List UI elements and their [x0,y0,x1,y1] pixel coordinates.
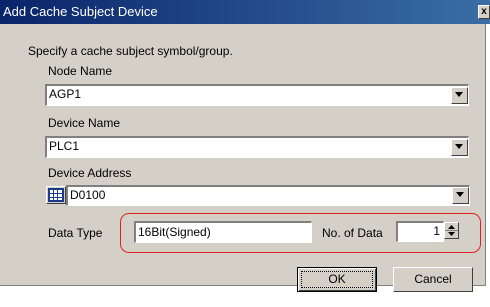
ok-button[interactable]: OK [297,267,377,292]
cancel-button-label: Cancel [414,272,452,286]
node-name-label: Node Name [48,64,113,78]
node-name-combobox[interactable]: AGP1 [45,84,469,106]
device-address-combobox[interactable]: D0100 [66,185,470,206]
focus-rect [301,271,373,288]
device-name-value: PLC1 [49,139,80,153]
add-cache-subject-device-dialog: Add Cache Subject Device x Specify a cac… [0,0,490,292]
data-type-label: Data Type [48,226,103,240]
address-keypad-icon [48,188,64,202]
highlight-annotation [120,213,481,253]
close-icon[interactable]: x [478,5,490,19]
instruction-text: Specify a cache subject symbol/group. [28,44,233,58]
device-name-combobox[interactable]: PLC1 [45,136,469,158]
window-title: Add Cache Subject Device [3,4,158,19]
node-name-dropdown-button[interactable] [451,87,468,104]
chevron-down-icon [456,192,464,197]
cancel-button[interactable]: Cancel [393,267,473,292]
device-address-value: D0100 [70,188,106,202]
node-name-value: AGP1 [49,87,82,101]
device-name-dropdown-button[interactable] [451,139,468,156]
chevron-down-icon [455,144,463,149]
chevron-down-icon [455,92,463,97]
device-name-label: Device Name [48,116,121,130]
address-keypad-button[interactable] [46,186,66,204]
device-address-dropdown-button[interactable] [452,187,469,204]
title-bar: Add Cache Subject Device x [0,0,490,24]
device-address-label: Device Address [48,166,132,180]
